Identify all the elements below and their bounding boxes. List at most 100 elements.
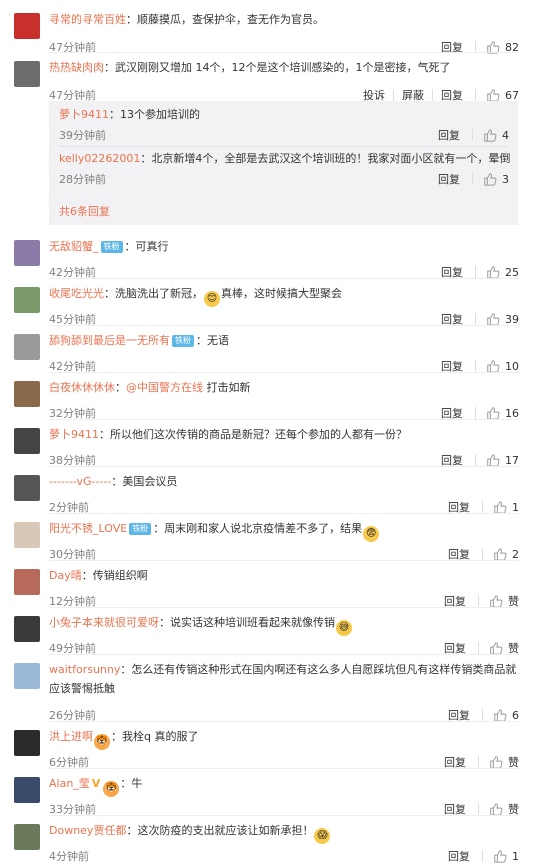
comment-text: Alan_莹 V 🐯 ：牛 — [49, 774, 519, 797]
reply-button[interactable]: 回复 — [438, 171, 460, 187]
separator: ： — [111, 475, 123, 488]
avatar[interactable] — [14, 475, 40, 501]
like-button[interactable]: 6 — [493, 708, 519, 722]
separator: ： — [140, 152, 152, 165]
thumbs-up-icon — [494, 850, 507, 863]
username-link[interactable]: 洪上进啊 — [49, 730, 93, 743]
avatar[interactable] — [14, 663, 40, 689]
emoji-icon: 😅 — [336, 620, 352, 636]
comment-body: 洗脑洗出了新冠， — [115, 287, 203, 300]
username-link[interactable]: 舔狗舔到最后是一无所有 — [49, 334, 170, 347]
avatar[interactable] — [14, 824, 40, 850]
divider — [49, 52, 519, 53]
thumbs-up-icon — [487, 454, 500, 467]
username-link[interactable]: kelly02262001 — [59, 152, 140, 165]
avatar[interactable] — [14, 381, 40, 407]
like-count: 6 — [512, 708, 519, 722]
avatar[interactable] — [14, 287, 40, 313]
fan-badge: 铁粉 — [172, 335, 194, 347]
like-count: 1 — [512, 500, 519, 514]
reply-button[interactable]: 回复 — [448, 848, 470, 864]
username-link[interactable]: 萝卜9411 — [59, 108, 109, 121]
reply-button[interactable]: 回复 — [438, 127, 460, 143]
emoji-icon: 😊 — [204, 291, 220, 307]
avatar[interactable] — [14, 730, 40, 756]
show-more-replies-link[interactable]: 共6条回复 — [59, 202, 110, 221]
like-button[interactable]: 2 — [493, 547, 519, 561]
like-button[interactable]: 25 — [486, 265, 519, 279]
username-link[interactable]: 小兔子本来就很可爱呀 — [49, 616, 159, 629]
emoji-icon: 😱 — [314, 828, 331, 844]
mention-link[interactable]: @中国警方在线 — [126, 381, 203, 394]
timestamp: 4分钟前 — [49, 850, 89, 863]
username-link[interactable]: Alan_莹 — [49, 777, 90, 790]
comment-text: 无敌貂蟹_ 铁粉 ：可真行 — [49, 237, 519, 256]
divider — [49, 607, 519, 608]
divider — [478, 803, 479, 815]
avatar[interactable] — [14, 240, 40, 266]
like-button[interactable]: 17 — [486, 453, 519, 467]
thumbs-up-icon — [484, 129, 497, 142]
username-link[interactable]: 无敌貂蟹_ — [49, 240, 99, 253]
divider — [49, 768, 519, 769]
divider — [49, 372, 519, 373]
comment-actions: 回复 4 — [428, 127, 509, 143]
username-link[interactable]: -------vG----- — [49, 475, 111, 488]
comment-actions: 回复 3 — [428, 171, 509, 187]
separator: ： — [115, 381, 126, 394]
comment-body: 可真行 — [135, 240, 169, 253]
separator: ： — [196, 334, 207, 347]
username-link[interactable]: 热热缺肉肉 — [49, 61, 104, 74]
username-link[interactable]: 寻常的寻常百姓 — [49, 13, 126, 26]
thumbs-up-icon — [490, 756, 503, 769]
like-count: 17 — [505, 453, 519, 467]
avatar[interactable] — [14, 13, 40, 39]
username-link[interactable]: Downey贾任都 — [49, 824, 126, 837]
username-link[interactable]: 萝卜9411 — [49, 428, 99, 441]
separator: ： — [104, 61, 115, 74]
username-link[interactable]: 白夜休休休休 — [49, 381, 115, 394]
like-button[interactable]: 10 — [486, 359, 519, 373]
divider — [475, 454, 476, 466]
avatar[interactable] — [14, 777, 40, 803]
comment-body: 我栓q 真的服了 — [122, 730, 199, 743]
like-button[interactable]: 67 — [486, 88, 519, 102]
like-button[interactable]: 3 — [483, 172, 509, 186]
comment-text: Day晴：传销组织啊 — [49, 566, 519, 585]
comment-body: 说实话这种培训班看起来就像传销 — [170, 616, 335, 629]
username-link[interactable]: 收尾吃光光 — [49, 287, 104, 300]
avatar[interactable] — [14, 522, 40, 548]
comment-body: 美国会议员 — [122, 475, 178, 488]
avatar[interactable] — [14, 616, 40, 642]
comment-text: 阳光不锈_LOVE 铁粉 ：周末刚和家人说北京疫情差不多了，结果 😨 — [49, 519, 519, 542]
divider — [475, 360, 476, 372]
like-count: 67 — [505, 88, 519, 102]
like-button[interactable]: 1 — [493, 500, 519, 514]
thumbs-up-icon — [487, 360, 500, 373]
divider — [475, 266, 476, 278]
divider — [475, 89, 476, 101]
like-button[interactable]: 39 — [486, 312, 519, 326]
username-link[interactable]: Day晴 — [49, 569, 82, 582]
like-button[interactable]: 1 — [493, 849, 519, 863]
avatar[interactable] — [14, 334, 40, 360]
divider — [475, 407, 476, 419]
username-link[interactable]: 阳光不锈_LOVE — [49, 522, 127, 535]
like-button[interactable]: 16 — [486, 406, 519, 420]
separator: ： — [120, 663, 132, 676]
comment-text: 收尾吃光光：洗脑洗出了新冠， 😊 真棒，这时候搞大型聚会 — [49, 284, 519, 307]
avatar[interactable] — [14, 428, 40, 454]
divider — [49, 513, 519, 514]
divider — [472, 129, 473, 141]
separator: ： — [120, 777, 132, 790]
avatar[interactable] — [14, 61, 40, 87]
comment-body: 无语 — [207, 334, 229, 347]
like-button[interactable]: 4 — [483, 128, 509, 142]
divider — [49, 325, 519, 326]
avatar[interactable] — [14, 569, 40, 595]
username-link[interactable]: waitforsunny — [49, 663, 120, 676]
comment-text: Downey贾任都：这次防疫的支出就应该让如新承担！ 😱 — [49, 821, 519, 844]
separator: ： — [111, 730, 122, 743]
comment-text: 白夜休休休休：@中国警方在线 打击如新 — [49, 378, 519, 397]
like-count: 3 — [502, 172, 509, 186]
